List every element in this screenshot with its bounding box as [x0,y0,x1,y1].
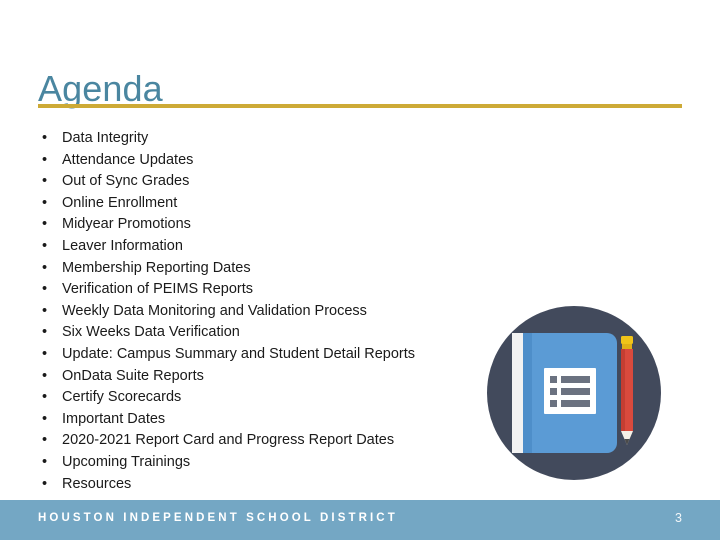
bullet-marker-icon: • [42,367,48,384]
bullet-marker-icon: • [42,151,48,168]
list-item-label: Verification of PEIMS Reports [62,281,253,298]
list-item-label: Resources [62,475,132,492]
bullet-marker-icon: • [42,216,48,233]
list-item-label: Attendance Updates [62,151,194,168]
list-item: • Certify Scorecards [38,387,508,409]
list-item: • Out of Sync Grades [38,171,508,193]
list-item: • Important Dates [38,409,508,431]
list-item: • Membership Reporting Dates [38,258,508,280]
bullet-marker-icon: • [42,237,48,254]
list-item: • Online Enrollment [38,193,508,215]
title-divider [38,104,682,108]
bullet-marker-icon: • [42,324,48,341]
list-item-label: Data Integrity [62,130,149,146]
bullet-marker-icon: • [42,302,48,319]
list-item: • Update: Campus Summary and Student Det… [38,344,508,366]
list-item: • Verification of PEIMS Reports [38,279,508,301]
list-item-label: Certify Scorecards [62,389,182,406]
list-item: • Six Weeks Data Verification [38,322,508,344]
bullet-marker-icon: • [42,173,48,190]
list-item-label: Six Weeks Data Verification [62,324,240,341]
list-item-label: 2020-2021 Report Card and Progress Repor… [62,432,395,449]
list-item: • Upcoming Trainings [38,452,508,474]
notebook-and-pencil-icon [487,306,661,480]
list-item-label: Membership Reporting Dates [62,259,251,276]
list-item: • Midyear Promotions [38,214,508,236]
slide-footer: HOUSTON INDEPENDENT SCHOOL DISTRICT 3 [0,500,720,540]
list-item-label: Midyear Promotions [62,216,191,233]
bullet-marker-icon: • [42,130,48,146]
list-item: • Attendance Updates [38,150,508,172]
bullet-marker-icon: • [42,453,48,470]
bullet-marker-icon: • [42,194,48,211]
list-item-label: Weekly Data Monitoring and Validation Pr… [62,302,367,319]
bullet-marker-icon: • [42,259,48,276]
bullet-marker-icon: • [42,281,48,298]
list-item: • Data Integrity [38,128,508,150]
list-item-label: Leaver Information [62,237,183,254]
page-number: 3 [675,511,682,525]
list-item-label: Important Dates [62,410,166,427]
agenda-bullet-list: • Data Integrity • Attendance Updates • … [38,128,508,495]
bullet-marker-icon: • [42,389,48,406]
list-item: • 2020-2021 Report Card and Progress Rep… [38,430,508,452]
bullet-marker-icon: • [42,432,48,449]
list-item-label: OnData Suite Reports [62,367,204,384]
bullet-marker-icon: • [42,345,48,362]
list-item-label: Upcoming Trainings [62,453,191,470]
list-item: • Resources [38,474,508,496]
list-item: • OnData Suite Reports [38,366,508,388]
bullet-marker-icon: • [42,410,48,427]
list-item-label: Out of Sync Grades [62,173,190,190]
list-item: • Leaver Information [38,236,508,258]
organization-name: HOUSTON INDEPENDENT SCHOOL DISTRICT [38,512,398,524]
slide: Agenda • Data Integrity • Attendance Upd… [0,0,720,540]
list-item-label: Update: Campus Summary and Student Detai… [62,345,416,362]
list-item-label: Online Enrollment [62,194,178,211]
bullet-marker-icon: • [42,475,48,492]
list-item: • Weekly Data Monitoring and Validation … [38,301,508,323]
